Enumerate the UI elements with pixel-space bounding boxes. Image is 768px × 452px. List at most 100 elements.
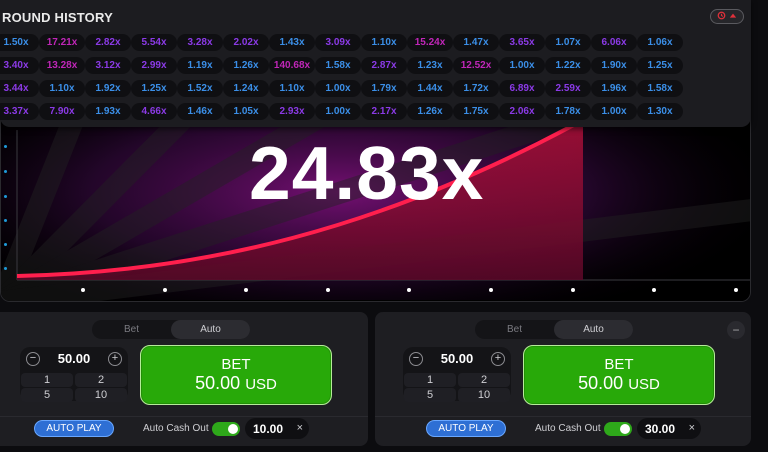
auto-cash-out-input[interactable]: 10.00 ×: [245, 418, 309, 439]
history-multiplier-chip: 1.96x: [591, 80, 637, 97]
history-multiplier-chip: 1.23x: [407, 57, 453, 74]
history-multiplier-chip: 1.00x: [315, 103, 361, 120]
x-axis-tick: [407, 288, 411, 292]
history-multiplier-chip: 1.43x: [269, 34, 315, 51]
x-axis-tick: [81, 288, 85, 292]
quick-amount-2[interactable]: 2: [75, 373, 127, 387]
history-multiplier-chip: 1.93x: [85, 103, 131, 120]
auto-cash-out-input[interactable]: 30.00 ×: [637, 418, 701, 439]
history-multiplier-chip: 1.05x: [223, 103, 269, 120]
auto-cash-out-toggle[interactable]: [212, 422, 240, 436]
history-multiplier-chip: 1.00x: [499, 57, 545, 74]
auto-play-button[interactable]: AUTO PLAY: [426, 420, 506, 437]
history-multiplier-chip: 3.12x: [85, 57, 131, 74]
history-multiplier-chip: 15.24x: [407, 34, 453, 51]
history-multiplier-chip: 1.58x: [637, 80, 683, 97]
history-multiplier-chip: 12.52x: [453, 57, 499, 74]
x-axis-tick: [326, 288, 330, 292]
bet-amount-value[interactable]: 50.00: [58, 351, 91, 366]
history-multiplier-chip: 5.54x: [131, 34, 177, 51]
history-multiplier-chip: 3.40x: [0, 57, 39, 74]
bet-panel-2: Bet Auto − − 50.00 + 1 2 5 10 BET 50.00 …: [375, 312, 751, 446]
tab-auto[interactable]: Auto: [171, 320, 250, 339]
history-multiplier-chip: 4.66x: [131, 103, 177, 120]
history-multiplier-chip: 2.02x: [223, 34, 269, 51]
y-axis-tick: [4, 243, 7, 246]
auto-cash-out-label: Auto Cash Out: [535, 423, 601, 434]
auto-play-button[interactable]: AUTO PLAY: [34, 420, 114, 437]
tab-bet[interactable]: Bet: [475, 320, 554, 339]
bet-amount-stepper: − 50.00 +: [403, 347, 511, 370]
history-multiplier-chip: 3.09x: [315, 34, 361, 51]
bet-button[interactable]: BET 50.00 USD: [140, 345, 332, 405]
history-multiplier-chip: 1.78x: [545, 103, 591, 120]
history-multiplier-chip: 2.87x: [361, 57, 407, 74]
divider: [0, 416, 368, 417]
bet-amount-box: − 50.00 + 1 2 5 10: [20, 347, 128, 402]
tab-auto[interactable]: Auto: [554, 320, 633, 339]
history-multiplier-chip: 1.10x: [39, 80, 85, 97]
auto-cash-out-value[interactable]: 10.00: [253, 422, 283, 436]
history-multiplier-chip: 2.17x: [361, 103, 407, 120]
tab-bet[interactable]: Bet: [92, 320, 171, 339]
history-multiplier-chip: 1.52x: [177, 80, 223, 97]
chevron-up-icon: [729, 12, 737, 22]
bet-mode-tabs: Bet Auto: [92, 320, 250, 339]
history-multiplier-chip: 13.28x: [39, 57, 85, 74]
y-axis-tick: [4, 195, 7, 198]
round-history-toggle-button[interactable]: [710, 9, 744, 24]
bet-button-currency: USD: [245, 375, 277, 393]
auto-cash-out-toggle[interactable]: [604, 422, 632, 436]
history-multiplier-chip: 1.22x: [545, 57, 591, 74]
x-axis-tick: [244, 288, 248, 292]
current-multiplier: 24.83x: [249, 131, 485, 215]
decrease-amount-button[interactable]: −: [409, 351, 423, 366]
history-multiplier-chip: 1.25x: [131, 80, 177, 97]
history-multiplier-chip: 17.21x: [39, 34, 85, 51]
quick-amount-5[interactable]: 5: [404, 388, 456, 402]
bet-button-label: BET: [604, 355, 634, 373]
bet-amount-value[interactable]: 50.00: [441, 351, 474, 366]
auto-cash-out-label: Auto Cash Out: [143, 423, 209, 434]
bet-amount-stepper: − 50.00 +: [20, 347, 128, 370]
history-multiplier-chip: 6.89x: [499, 80, 545, 97]
quick-amount-1[interactable]: 1: [404, 373, 456, 387]
quick-amount-10[interactable]: 10: [75, 388, 127, 402]
bet-button-label: BET: [221, 355, 251, 373]
history-icon: [717, 11, 726, 22]
bet-button-amount-line: 50.00 USD: [195, 373, 277, 395]
history-multiplier-chip: 140.68x: [269, 57, 315, 74]
bet-panel-1: Bet Auto − 50.00 + 1 2 5 10 BET 50.00 US…: [0, 312, 368, 446]
x-axis-tick: [571, 288, 575, 292]
history-multiplier-chip: 1.72x: [453, 80, 499, 97]
round-history-title: ROUND HISTORY: [2, 10, 113, 25]
history-multiplier-chip: 1.24x: [223, 80, 269, 97]
auto-cash-out-value[interactable]: 30.00: [645, 422, 675, 436]
history-multiplier-chip: 1.10x: [269, 80, 315, 97]
quick-amount-1[interactable]: 1: [21, 373, 73, 387]
x-axis-tick: [734, 288, 738, 292]
history-multiplier-chip: 3.44x: [0, 80, 39, 97]
remove-bet-panel-button[interactable]: −: [727, 321, 745, 339]
bet-button[interactable]: BET 50.00 USD: [523, 345, 715, 405]
y-axis-tick: [4, 170, 7, 173]
history-multiplier-chip: 2.99x: [131, 57, 177, 74]
history-multiplier-chip: 1.26x: [223, 57, 269, 74]
history-multiplier-chip: 6.06x: [591, 34, 637, 51]
quick-amount-2[interactable]: 2: [458, 373, 510, 387]
increase-amount-button[interactable]: +: [107, 351, 122, 366]
decrease-amount-button[interactable]: −: [26, 351, 40, 366]
history-multiplier-chip: 1.50x: [0, 34, 39, 51]
y-axis-tick: [4, 145, 7, 148]
history-multiplier-chip: 1.07x: [545, 34, 591, 51]
increase-amount-button[interactable]: +: [490, 351, 505, 366]
bet-amount-box: − 50.00 + 1 2 5 10: [403, 347, 511, 402]
history-multiplier-chip: 1.79x: [361, 80, 407, 97]
history-multiplier-chip: 1.46x: [177, 103, 223, 120]
quick-amount-10[interactable]: 10: [458, 388, 510, 402]
history-multiplier-chip: 2.93x: [269, 103, 315, 120]
clear-cash-out-icon[interactable]: ×: [297, 422, 303, 434]
quick-amount-5[interactable]: 5: [21, 388, 73, 402]
clear-cash-out-icon[interactable]: ×: [689, 422, 695, 434]
bet-mode-tabs: Bet Auto: [475, 320, 633, 339]
